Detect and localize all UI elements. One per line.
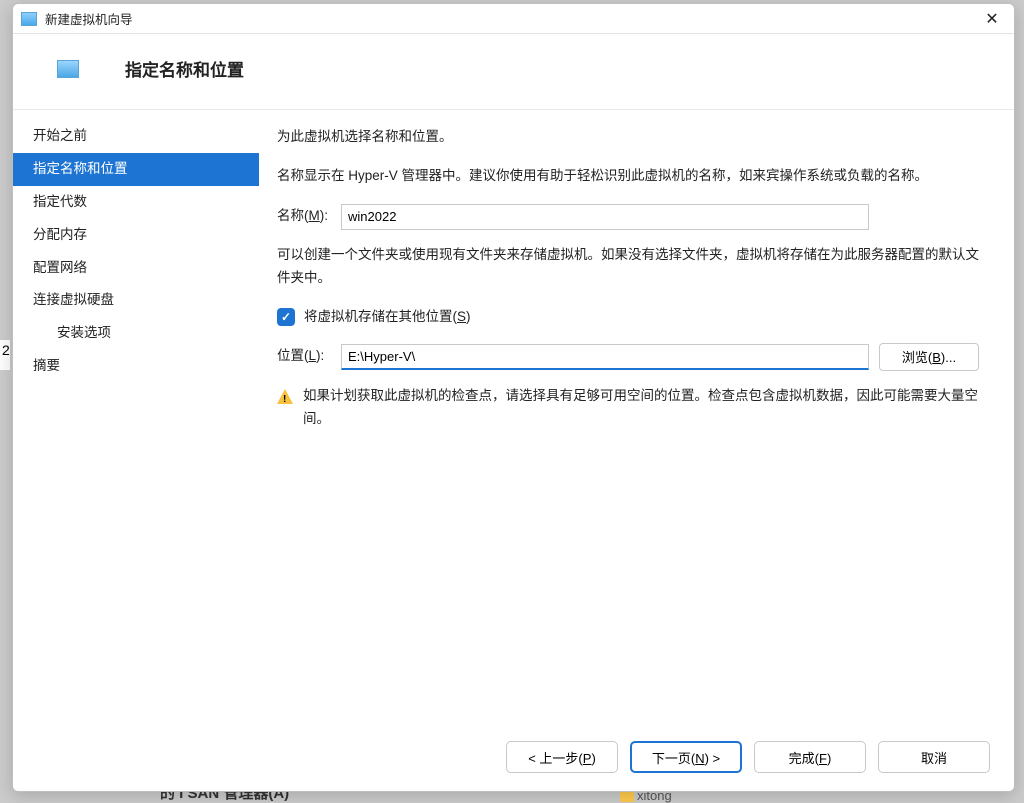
next-button[interactable]: 下一页(N) >: [630, 741, 742, 773]
step-connect-vhd[interactable]: 连接虚拟硬盘: [13, 284, 259, 317]
step-summary[interactable]: 摘要: [13, 350, 259, 383]
titlebar: 新建虚拟机向导 ✕: [13, 4, 1014, 34]
location-description: 可以创建一个文件夹或使用现有文件夹来存储虚拟机。如果没有选择文件夹，虚拟机将存储…: [277, 244, 990, 290]
browse-button[interactable]: 浏览(B)...: [879, 343, 979, 371]
name-description: 名称显示在 Hyper-V 管理器中。建议你使用有助于轻松识别此虚拟机的名称，如…: [277, 165, 990, 188]
wizard-content: 为此虚拟机选择名称和位置。 名称显示在 Hyper-V 管理器中。建议你使用有助…: [259, 110, 1014, 729]
step-configure-network[interactable]: 配置网络: [13, 252, 259, 285]
previous-button[interactable]: < 上一步(P): [506, 741, 618, 773]
step-assign-memory[interactable]: 分配内存: [13, 219, 259, 252]
step-specify-generation[interactable]: 指定代数: [13, 186, 259, 219]
store-other-location-row: ✓ 将虚拟机存储在其他位置(S): [277, 306, 990, 329]
name-label: 名称(M):: [277, 205, 341, 228]
finish-button[interactable]: 完成(F): [754, 741, 866, 773]
name-row: 名称(M):: [277, 204, 990, 230]
cancel-button[interactable]: 取消: [878, 741, 990, 773]
location-label: 位置(L):: [277, 345, 341, 368]
close-button[interactable]: ✕: [978, 9, 1006, 29]
warning-row: 如果计划获取此虚拟机的检查点，请选择具有足够可用空间的位置。检查点包含虚拟机数据…: [277, 385, 990, 431]
location-input[interactable]: [341, 344, 869, 370]
backdrop-fragment-left: 2: [0, 340, 10, 370]
app-icon: [21, 12, 37, 26]
page-title: 指定名称和位置: [125, 56, 244, 81]
warning-icon: [277, 389, 293, 404]
warning-text: 如果计划获取此虚拟机的检查点，请选择具有足够可用空间的位置。检查点包含虚拟机数据…: [303, 385, 990, 431]
wizard-header: 指定名称和位置: [13, 34, 1014, 110]
step-specify-name-location[interactable]: 指定名称和位置: [13, 153, 259, 186]
name-input[interactable]: [341, 204, 869, 230]
store-other-location-label: 将虚拟机存储在其他位置(S): [304, 306, 471, 329]
wizard-window: 新建虚拟机向导 ✕ 指定名称和位置 开始之前 指定名称和位置 指定代数 分配内存…: [12, 3, 1015, 792]
window-title: 新建虚拟机向导: [45, 9, 978, 28]
store-other-location-checkbox[interactable]: ✓: [277, 308, 295, 326]
header-icon: [57, 60, 79, 78]
wizard-footer: < 上一步(P) 下一页(N) > 完成(F) 取消: [13, 729, 1014, 791]
location-row: 位置(L): 浏览(B)...: [277, 343, 990, 371]
intro-text: 为此虚拟机选择名称和位置。: [277, 126, 990, 149]
step-install-options[interactable]: 安装选项: [13, 317, 259, 350]
wizard-steps-sidebar: 开始之前 指定名称和位置 指定代数 分配内存 配置网络 连接虚拟硬盘 安装选项 …: [13, 110, 259, 729]
step-before-begin[interactable]: 开始之前: [13, 120, 259, 153]
